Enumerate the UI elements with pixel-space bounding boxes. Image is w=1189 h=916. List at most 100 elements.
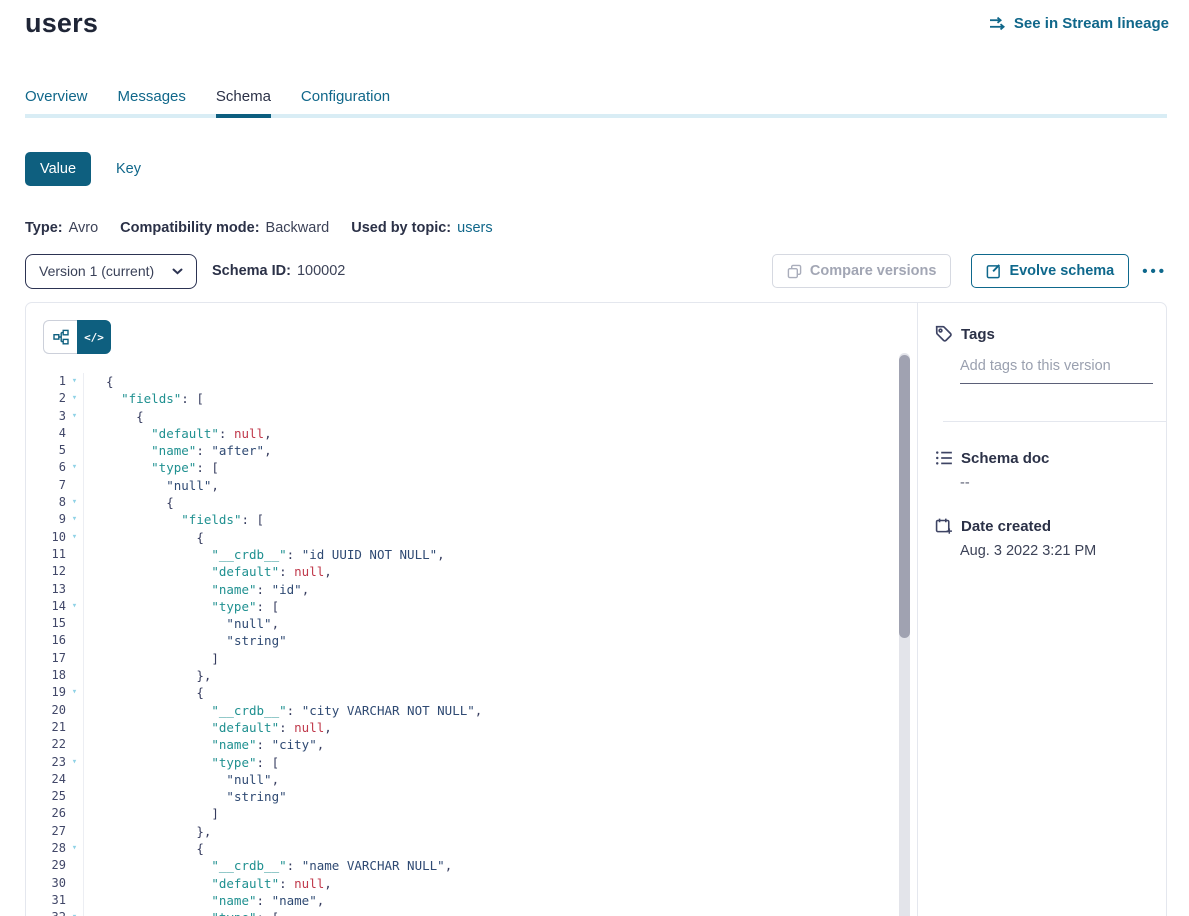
line-number: 11 [26,546,66,563]
code-line: 14▾ "type": [ [26,598,897,615]
code-text: "string" [83,788,287,805]
fold-toggle-icon[interactable]: ▾ [66,909,83,916]
fold-toggle-icon[interactable]: ▾ [66,390,83,407]
add-tags-input[interactable] [960,358,1153,384]
code-text: ] [83,805,219,822]
used-by-topic-label: Used by topic: [351,220,451,236]
code-view-button[interactable]: </> [77,320,111,354]
version-select[interactable]: Version 1 (current) [25,254,197,289]
code-text: "default": null, [83,425,272,442]
code-text: ] [83,650,219,667]
tab-schema[interactable]: Schema [216,88,271,118]
sidebar-divider [943,421,1166,422]
schema-doc-heading: Schema doc [961,450,1049,467]
code-line: 1▾{ [26,373,897,390]
edit-icon [986,264,1001,279]
fold-spacer [66,667,83,684]
line-number: 21 [26,719,66,736]
fold-spacer [66,719,83,736]
line-number: 12 [26,563,66,580]
fold-toggle-icon[interactable]: ▾ [66,754,83,771]
code-line: 3▾ { [26,408,897,425]
code-text: "__crdb__": "city VARCHAR NOT NULL", [83,702,482,719]
fold-toggle-icon[interactable]: ▾ [66,684,83,701]
code-text: "name": "name", [83,892,324,909]
fold-spacer [66,632,83,649]
tab-configuration[interactable]: Configuration [301,88,390,118]
fold-toggle-icon[interactable]: ▾ [66,529,83,546]
schema-detail-card: </> 1▾{2▾ "fields": [3▾ {4 "default": nu… [25,302,1167,916]
compare-icon [787,264,802,279]
key-toggle-button[interactable]: Key [116,161,141,177]
fold-toggle-icon[interactable]: ▾ [66,408,83,425]
code-line: 18 }, [26,667,897,684]
code-text: "default": null, [83,563,332,580]
code-text: "name": "id", [83,581,309,598]
line-number: 2 [26,390,66,407]
fold-toggle-icon[interactable]: ▾ [66,459,83,476]
code-line: 25 "string" [26,788,897,805]
line-number: 25 [26,788,66,805]
date-created-heading: Date created [961,518,1051,535]
value-toggle-button[interactable]: Value [25,152,91,186]
code-text: { [83,494,174,511]
code-line: 4 "default": null, [26,425,897,442]
code-line: 15 "null", [26,615,897,632]
line-number: 28 [26,840,66,857]
code-line: 9▾ "fields": [ [26,511,897,528]
schema-doc-value: -- [960,475,970,491]
code-line: 11 "__crdb__": "id UUID NOT NULL", [26,546,897,563]
code-text: "type": [ [83,598,279,615]
view-mode-toggle: </> [43,320,111,354]
fold-toggle-icon[interactable]: ▾ [66,840,83,857]
code-scrollbar-thumb[interactable] [899,355,910,638]
schema-code-editor[interactable]: 1▾{2▾ "fields": [3▾ {4 "default": null,5… [26,373,897,916]
fold-spacer [66,875,83,892]
schema-meta-row: Type: Avro Compatibility mode: Backward … [25,220,493,236]
tab-messages[interactable]: Messages [118,88,186,118]
line-number: 3 [26,408,66,425]
line-number: 14 [26,598,66,615]
chevron-down-icon [172,268,183,275]
date-created-value: Aug. 3 2022 3:21 PM [960,543,1096,559]
line-number: 8 [26,494,66,511]
tree-view-button[interactable] [43,320,77,354]
fold-spacer [66,702,83,719]
code-line: 23▾ "type": [ [26,754,897,771]
fold-toggle-icon[interactable]: ▾ [66,598,83,615]
fold-spacer [66,581,83,598]
schema-sidebar: Tags Schema doc -- [918,303,1166,916]
code-line: 29 "__crdb__": "name VARCHAR NULL", [26,857,897,874]
see-in-stream-lineage-link[interactable]: See in Stream lineage [988,15,1169,32]
code-line: 27 }, [26,823,897,840]
code-text: { [83,840,204,857]
code-text: "__crdb__": "name VARCHAR NULL", [83,857,452,874]
compare-versions-button[interactable]: Compare versions [772,254,952,288]
schema-id-value: 100002 [297,263,345,279]
code-line: 13 "name": "id", [26,581,897,598]
schema-code-pane: </> 1▾{2▾ "fields": [3▾ {4 "default": nu… [26,303,918,916]
more-actions-button[interactable]: ••• [1142,263,1167,280]
value-key-toggle: Value Key [25,152,141,186]
code-text: { [83,373,114,390]
fold-toggle-icon[interactable]: ▾ [66,373,83,390]
fold-spacer [66,823,83,840]
line-number: 16 [26,632,66,649]
evolve-schema-button[interactable]: Evolve schema [971,254,1129,288]
code-text: "string" [83,632,287,649]
code-text: "__crdb__": "id UUID NOT NULL", [83,546,445,563]
code-scrollbar[interactable] [899,353,910,916]
type-label: Type: [25,220,63,236]
fold-spacer [66,805,83,822]
code-line: 31 "name": "name", [26,892,897,909]
fold-toggle-icon[interactable]: ▾ [66,494,83,511]
code-text: "name": "after", [83,442,272,459]
tab-overview[interactable]: Overview [25,88,88,118]
code-line: 2▾ "fields": [ [26,390,897,407]
line-number: 32 [26,909,66,916]
tree-view-icon [53,329,69,345]
code-line: 10▾ { [26,529,897,546]
used-by-topic-link[interactable]: users [457,220,492,236]
fold-toggle-icon[interactable]: ▾ [66,511,83,528]
code-text: "fields": [ [83,390,204,407]
